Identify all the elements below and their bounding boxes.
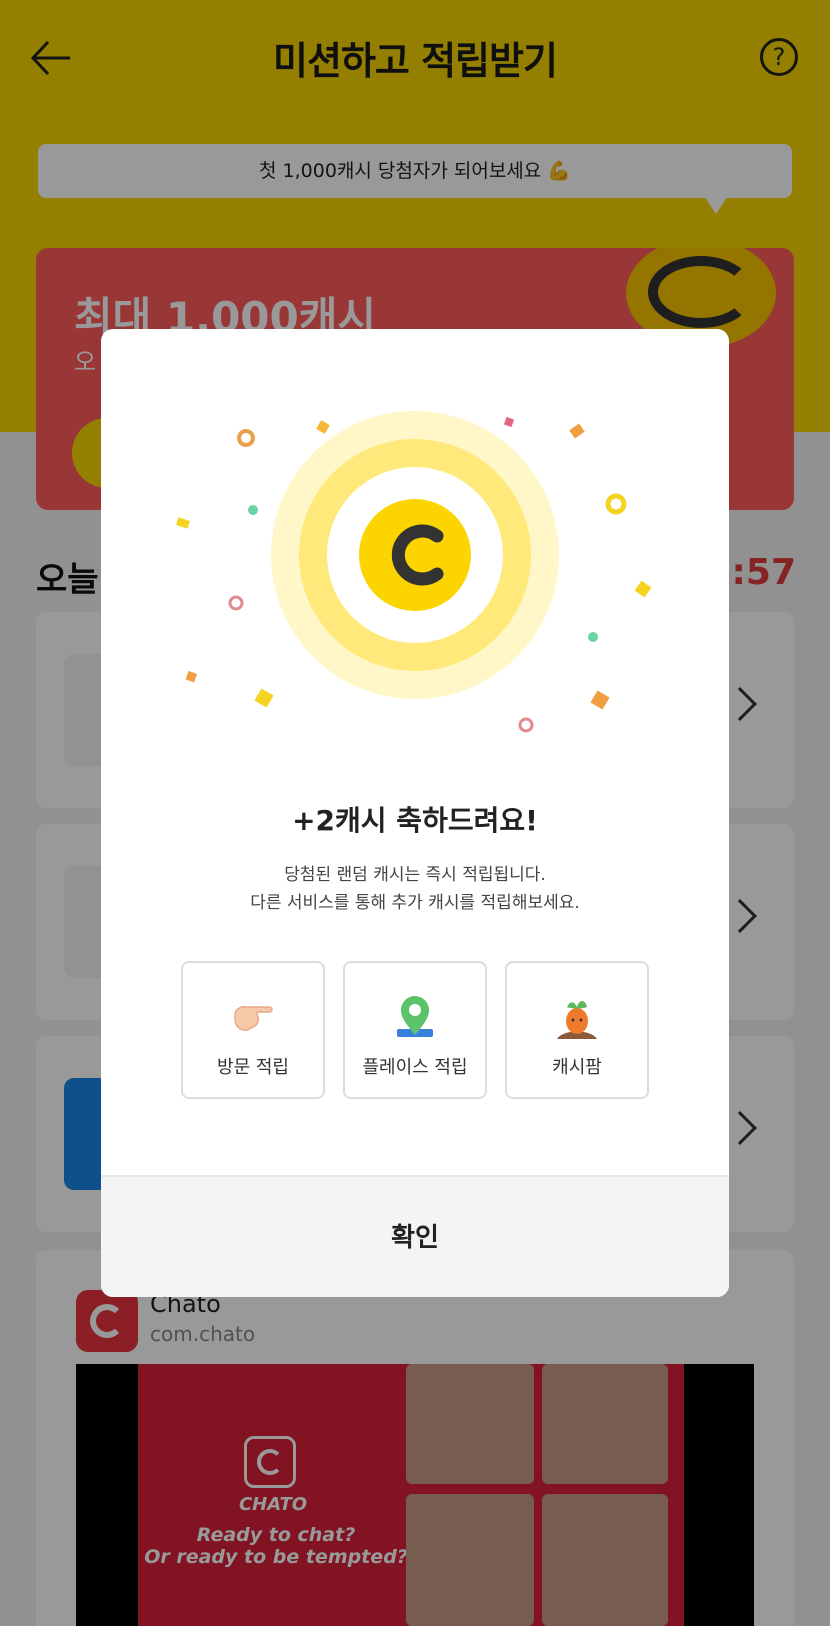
visit-reward-button[interactable]: 방문 적립 — [181, 961, 325, 1099]
reward-description: 당첨된 랜덤 캐시는 즉시 적립됩니다. 다른 서비스를 통해 추가 캐시를 적… — [101, 861, 729, 917]
service-label: 플레이스 적립 — [362, 1057, 468, 1078]
confirm-button[interactable]: 확인 — [101, 1177, 729, 1297]
description-line-1: 당첨된 랜덤 캐시는 즉시 적립됩니다. — [284, 865, 546, 885]
reward-dialog: +2캐시 축하드려요! 당첨된 랜덤 캐시는 즉시 적립됩니다. 다른 서비스를… — [101, 329, 729, 1297]
map-pin-icon — [397, 996, 433, 1037]
reward-headline: +2캐시 축하드려요! — [101, 799, 729, 839]
coin-icon — [359, 499, 471, 611]
service-label: 캐시팜 — [552, 1057, 602, 1078]
pointing-hand-icon — [234, 1006, 273, 1031]
description-line-2: 다른 서비스를 통해 추가 캐시를 적립해보세요. — [250, 893, 580, 913]
reward-congrats: 축하드려요! — [386, 804, 538, 837]
celebration-illustration — [175, 411, 652, 733]
cash-farm-button[interactable]: 캐시팜 — [505, 961, 649, 1099]
dialog-footer: 확인 — [101, 1175, 729, 1297]
place-reward-button[interactable]: 플레이스 적립 — [343, 961, 487, 1099]
reward-amount: +2캐시 — [292, 804, 387, 837]
carrot-icon — [557, 1001, 597, 1039]
service-label: 방문 적립 — [217, 1057, 289, 1078]
